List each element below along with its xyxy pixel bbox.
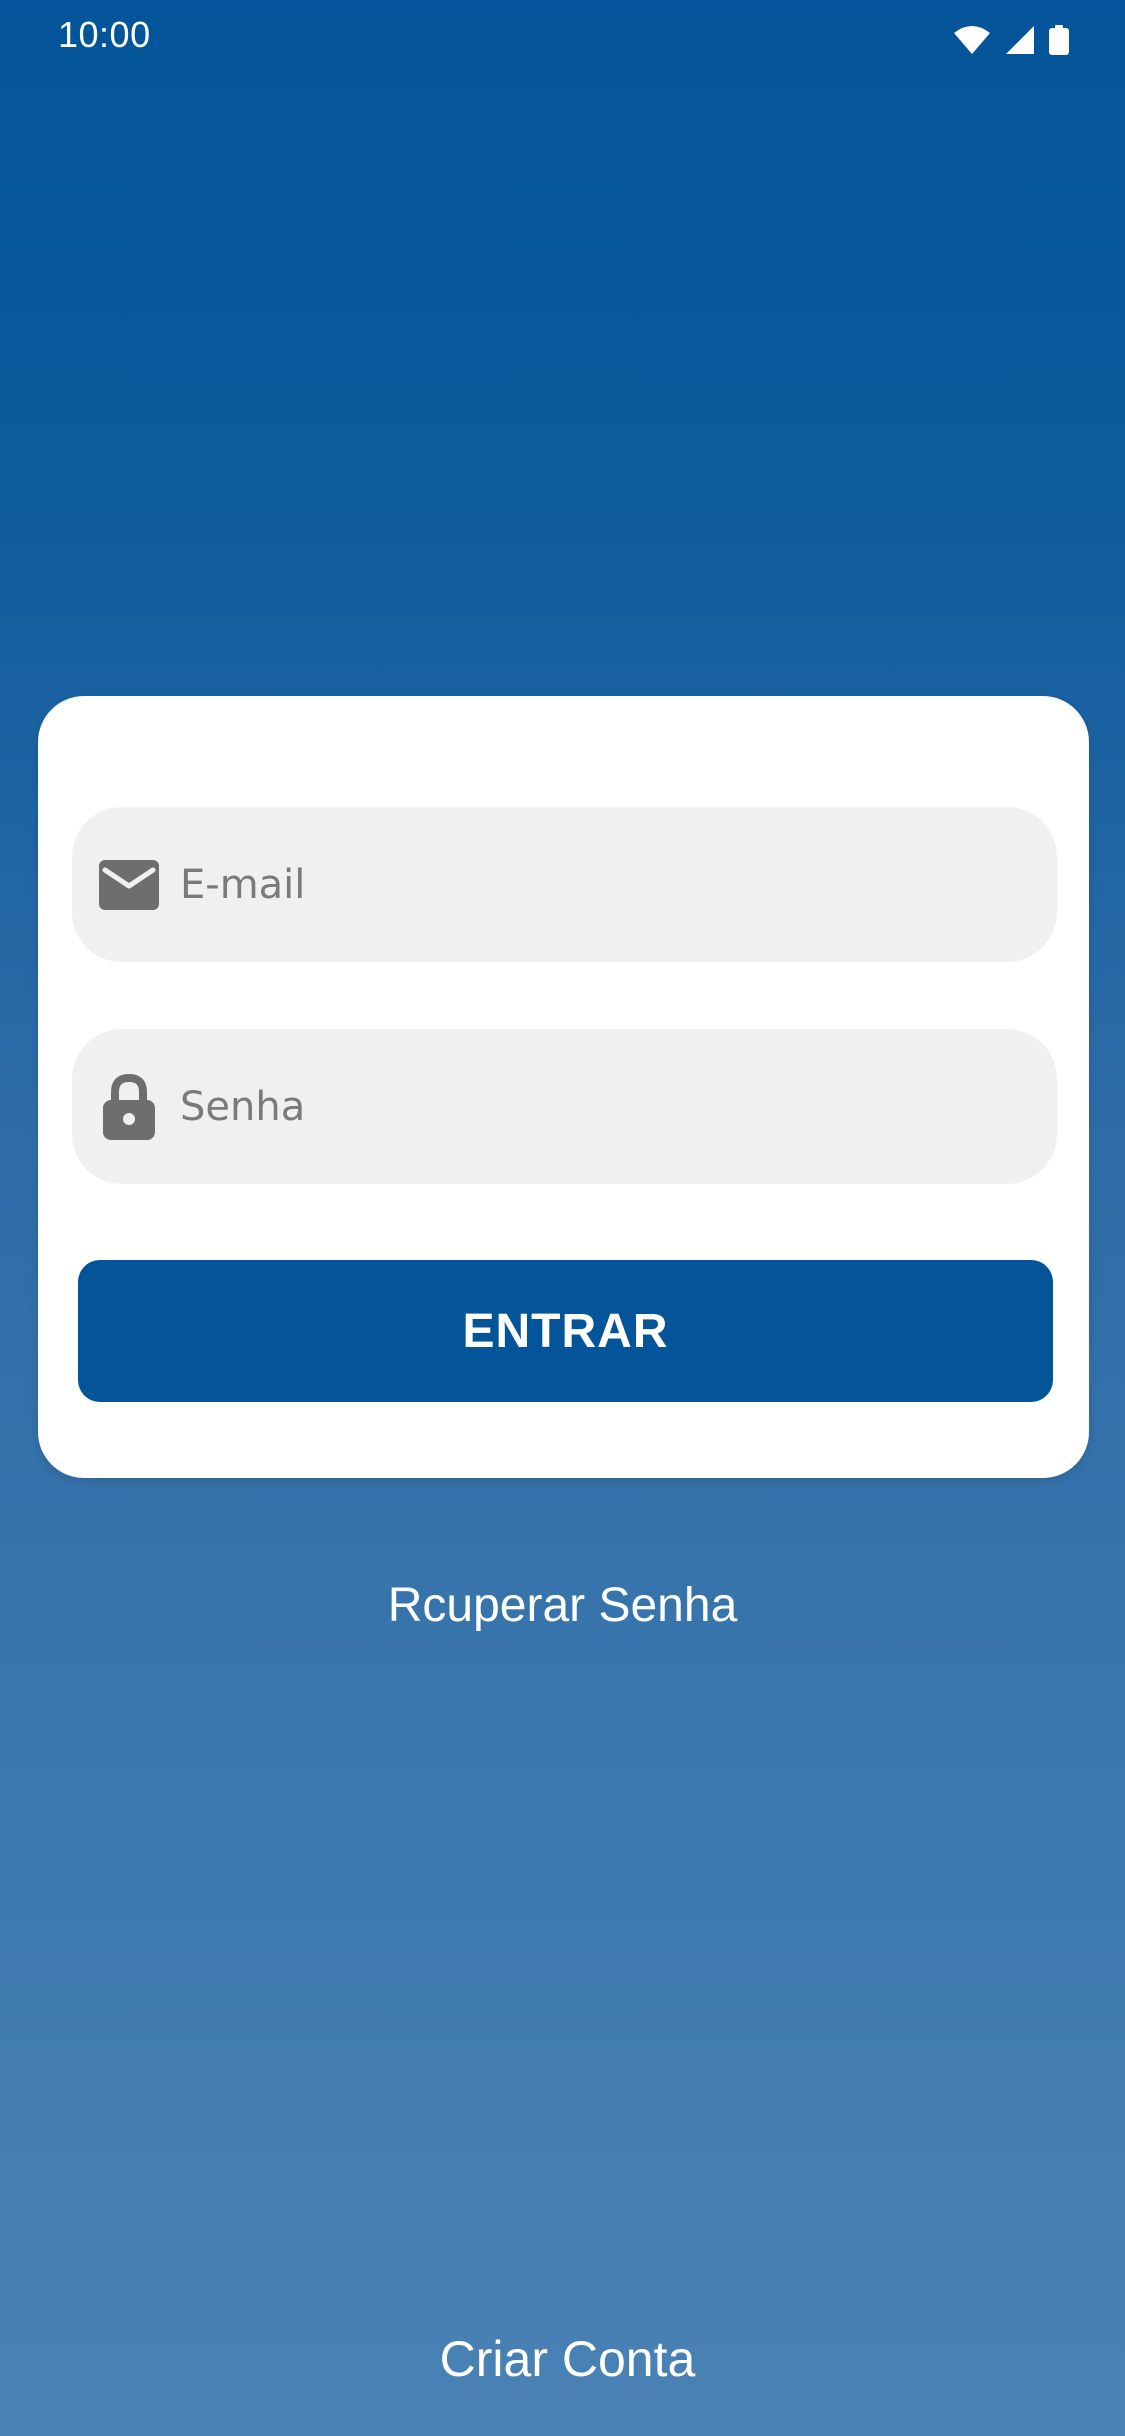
create-account-link[interactable]: Criar Conta (0, 2330, 1125, 2388)
status-time: 10:00 (58, 14, 151, 55)
password-input[interactable] (180, 1029, 1027, 1184)
cell-signal-icon (1005, 25, 1035, 60)
password-field[interactable] (72, 1029, 1057, 1184)
login-card: ENTRAR (38, 696, 1089, 1478)
lock-icon (98, 1073, 160, 1140)
email-field[interactable] (72, 807, 1057, 962)
status-bar: 10:00 (0, 0, 1125, 72)
recover-password-link[interactable]: Rcuperar Senha (0, 1578, 1125, 1633)
battery-icon (1049, 24, 1069, 60)
wifi-icon (953, 25, 991, 60)
mail-icon (98, 854, 160, 916)
status-icons (953, 24, 1069, 60)
login-screen: 10:00 E-mail ENTRAR Rcuperar Senha Criar… (0, 0, 1125, 2436)
email-input[interactable] (180, 807, 1027, 962)
login-button[interactable]: ENTRAR (78, 1260, 1053, 1402)
